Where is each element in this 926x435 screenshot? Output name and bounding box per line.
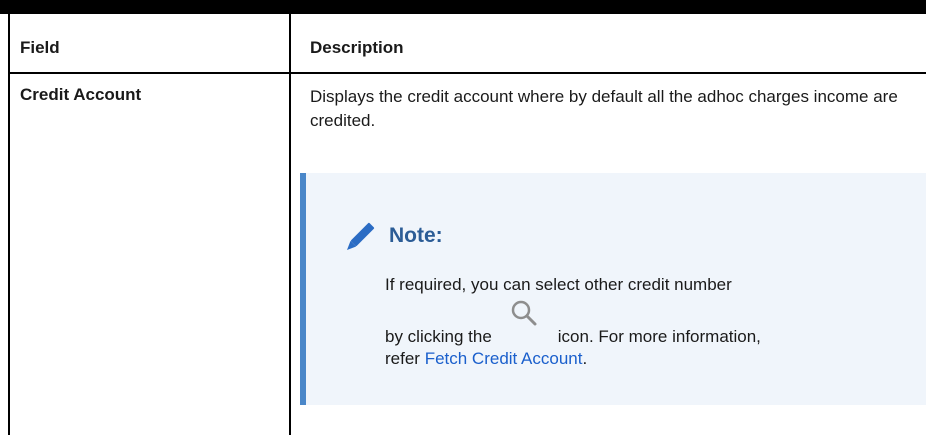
fetch-credit-account-link[interactable]: Fetch Credit Account (425, 349, 583, 368)
column-header-description: Description (310, 38, 404, 57)
note-text-period: . (582, 349, 588, 368)
note-paragraph-2: by clicking the icon. For more informatio… (385, 300, 925, 370)
table-top-border (0, 0, 926, 14)
note-text-refer: refer (385, 349, 425, 368)
column-divider (289, 14, 291, 435)
note-title: Note: (389, 224, 443, 247)
pencil-icon (346, 222, 375, 251)
column-header-field: Field (20, 38, 60, 57)
field-description: Displays the credit account where by def… (310, 87, 898, 130)
note-text-after-icon: icon. For more information, (557, 327, 761, 346)
table-left-border (8, 14, 10, 435)
search-icon (498, 300, 552, 348)
note-text-before-icon: by clicking the (385, 327, 492, 346)
field-name-credit-account: Credit Account (20, 85, 142, 104)
note-paragraph: If required, you can select other credit… (385, 275, 732, 294)
note-callout: Note: If required, you can select other … (300, 173, 926, 405)
header-divider (8, 72, 926, 74)
